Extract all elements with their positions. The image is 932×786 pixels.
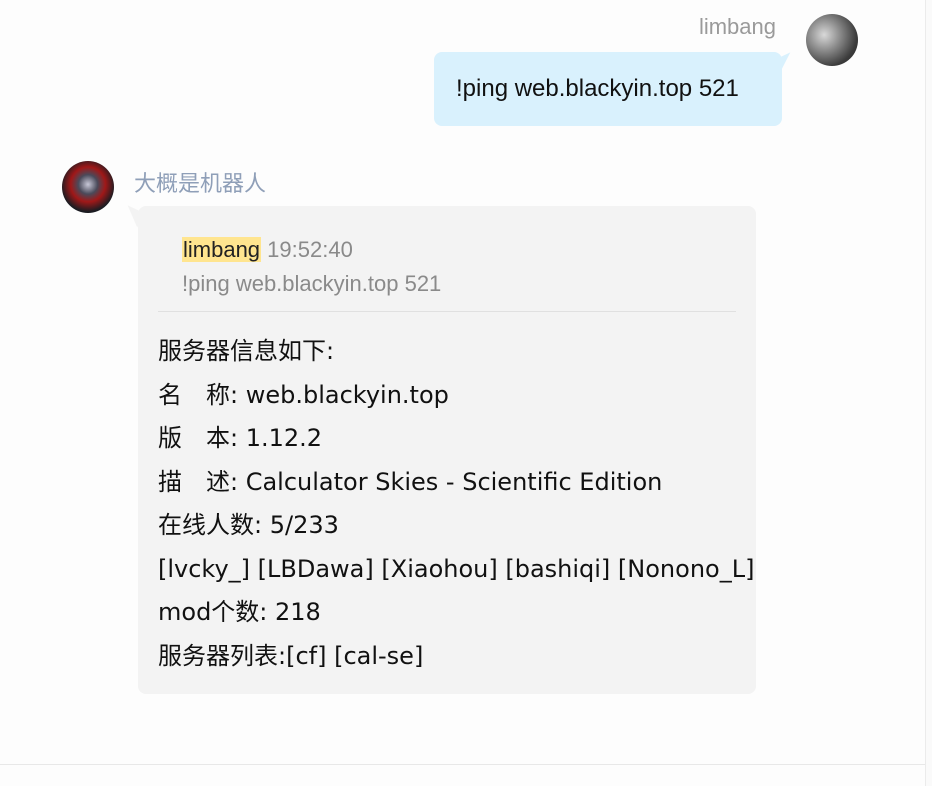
server-info: 服务器信息如下: 名 称: web.blackyin.top 版 本: 1.12… xyxy=(158,330,755,678)
outgoing-message-text: !ping web.blackyin.top 521 xyxy=(456,75,739,102)
scrollbar-track[interactable] xyxy=(925,0,932,786)
user-avatar[interactable] xyxy=(806,14,858,66)
quote-time: 19:52:40 xyxy=(267,237,353,262)
info-line-online: 在线人数: 5/233 xyxy=(158,511,339,539)
outgoing-message-bubble[interactable]: !ping web.blackyin.top 521 xyxy=(434,52,782,126)
incoming-sender-name[interactable]: 大概是机器人 xyxy=(134,166,266,198)
outgoing-sender-name: limbang xyxy=(698,14,776,39)
info-line-name: 名 称: web.blackyin.top xyxy=(158,380,449,409)
chat-window: limbang !ping web.blackyin.top 521 大概是机器… xyxy=(0,0,932,786)
input-area-divider xyxy=(0,764,926,765)
info-line-title: 服务器信息如下: xyxy=(158,337,335,365)
incoming-message-bubble[interactable]: limbang 19:52:40 !ping web.blackyin.top … xyxy=(138,206,756,694)
bot-avatar[interactable] xyxy=(62,161,114,213)
quote-header: limbang 19:52:40 xyxy=(182,236,736,264)
quote-divider xyxy=(158,311,736,312)
info-line-players: [lvcky_] [LBDawa] [Xiaohou] [bashiqi] [N… xyxy=(158,554,755,583)
info-line-version: 版 本: 1.12.2 xyxy=(158,424,323,452)
quote-text: !ping web.blackyin.top 521 xyxy=(182,271,442,296)
quoted-message[interactable]: limbang 19:52:40 !ping web.blackyin.top … xyxy=(158,236,736,298)
info-line-server-list: 服务器列表:[cf] [cal-se] xyxy=(158,641,424,670)
info-line-description: 描 述: Calculator Skies - Scientific Editi… xyxy=(158,467,663,496)
info-line-mods: mod个数: 218 xyxy=(158,598,321,626)
quote-user: limbang xyxy=(182,237,262,262)
